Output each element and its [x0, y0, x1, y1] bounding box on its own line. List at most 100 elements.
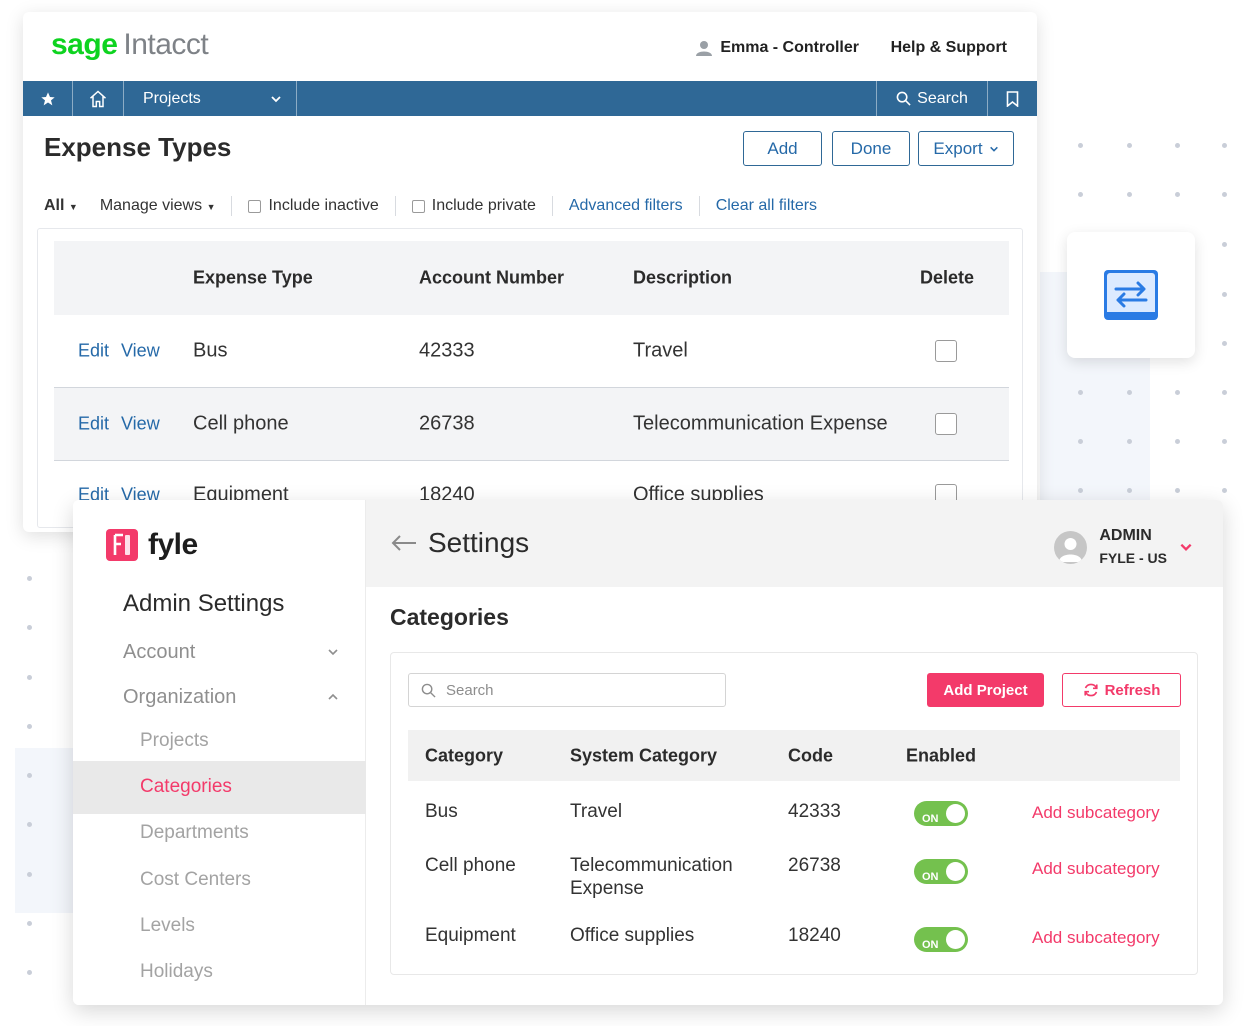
checkbox-icon [411, 199, 425, 213]
user-label: Emma - Controller [720, 39, 859, 56]
profile-org: FYLE - US [1099, 550, 1167, 566]
add-subcategory-link[interactable]: Add subcategory [1032, 801, 1160, 825]
decorative-dot [1175, 390, 1180, 395]
back-arrow-icon[interactable] [390, 534, 418, 552]
sidebar-item-cost-centers[interactable]: Cost Centers [140, 869, 251, 891]
decorative-dot [1127, 192, 1132, 197]
decorative-dot [27, 822, 32, 827]
chevron-up-icon[interactable] [327, 691, 339, 703]
system-category-cell: Office supplies [570, 925, 695, 946]
profile-menu[interactable]: ADMIN FYLE - US [1054, 525, 1193, 569]
enabled-toggle[interactable]: ON [914, 859, 968, 884]
view-link[interactable]: View [121, 414, 160, 435]
search-button[interactable]: Search [877, 81, 988, 116]
expense-type-cell: Cell phone [193, 412, 289, 435]
decorative-dot [1222, 192, 1227, 197]
decorative-dot [27, 724, 32, 729]
category-cell: Equipment [425, 925, 516, 946]
col-code: Code [788, 745, 833, 765]
category-cell: Cell phone [425, 855, 516, 876]
edit-link[interactable]: Edit [78, 414, 109, 435]
col-delete: Delete [920, 267, 975, 288]
help-support-link[interactable]: Help & Support [891, 39, 1007, 57]
view-link[interactable]: View [121, 341, 160, 362]
admin-settings-title: Admin Settings [123, 590, 285, 617]
manage-views-dropdown[interactable]: Manage views ▼ [100, 197, 216, 215]
fyle-logo-icon [106, 529, 138, 561]
search-input[interactable]: Search [408, 673, 726, 707]
account-label: Account [123, 641, 196, 663]
chevron-down-icon[interactable] [327, 646, 339, 658]
sage-intacct-window: sage Intacct Emma - Controller Help & Sup… [23, 12, 1037, 532]
page-title: Expense Types [44, 132, 232, 162]
include-private-checkbox[interactable]: Include private [411, 197, 536, 215]
advanced-filters-link[interactable]: Advanced filters [569, 197, 683, 215]
chevron-down-icon [271, 95, 281, 102]
export-label: Export [933, 138, 983, 158]
decorative-dot [1222, 242, 1227, 247]
decorative-dot [1127, 390, 1132, 395]
expense-types-table: Expense Type Account Number Description … [37, 228, 1023, 528]
system-category-cell-line2: Expense [570, 878, 644, 899]
decorative-dot [1078, 439, 1083, 444]
sage-logo: sage Intacct [51, 28, 209, 62]
fyle-header: Settings ADMIN FYLE - US [366, 500, 1223, 587]
decorative-dot [1222, 488, 1227, 493]
sage-navbar: Projects Search [23, 81, 1037, 116]
user-icon [1059, 537, 1083, 562]
settings-heading: Settings [390, 527, 529, 559]
categories-title: Categories [390, 604, 509, 630]
sidebar-item-categories[interactable]: Categories [140, 776, 232, 798]
delete-checkbox[interactable] [935, 340, 957, 362]
decorative-dot [1127, 439, 1132, 444]
toggle-knob [946, 862, 965, 881]
decorative-dot [1222, 292, 1227, 297]
done-button[interactable]: Done [832, 131, 910, 166]
enabled-toggle[interactable]: ON [914, 801, 968, 826]
refresh-button[interactable]: Refresh [1062, 673, 1181, 707]
sidebar-section-organization[interactable]: Organization [123, 686, 236, 709]
sidebar-item-levels[interactable]: Levels [140, 915, 195, 937]
edit-link[interactable]: Edit [78, 341, 109, 362]
clear-filters-link[interactable]: Clear all filters [716, 197, 817, 215]
divider [231, 196, 233, 216]
sidebar-section-account[interactable]: Account [123, 641, 195, 664]
sync-integration-card [1067, 232, 1195, 358]
decorative-dot [27, 625, 32, 630]
decorative-dot [27, 675, 32, 680]
home-button[interactable] [73, 81, 124, 116]
organization-label: Organization [123, 686, 237, 708]
decorative-dot [27, 773, 32, 778]
user-menu[interactable]: Emma - Controller [696, 39, 859, 57]
divider [551, 196, 553, 216]
decorative-dot [1175, 488, 1180, 493]
col-expense-type: Expense Type [193, 267, 313, 288]
enabled-toggle[interactable]: ON [914, 927, 968, 952]
include-inactive-checkbox[interactable]: Include inactive [248, 197, 379, 215]
avatar [1054, 530, 1088, 564]
export-button[interactable]: Export [918, 131, 1014, 166]
sidebar-item-projects[interactable]: Projects [140, 730, 209, 752]
background-panel-left [15, 748, 73, 913]
bookmark-button[interactable] [988, 81, 1037, 116]
settings-title: Settings [428, 527, 530, 558]
expense-type-cell: Bus [193, 339, 228, 362]
decorative-dot [1222, 439, 1227, 444]
add-subcategory-link[interactable]: Add subcategory [1032, 926, 1160, 950]
search-placeholder: Search [446, 681, 494, 699]
all-views-dropdown[interactable]: All ▼ [44, 197, 78, 215]
module-dropdown[interactable]: Projects [124, 81, 297, 116]
add-project-button[interactable]: Add Project [927, 673, 1044, 707]
delete-checkbox[interactable] [935, 413, 957, 435]
add-subcategory-link[interactable]: Add subcategory [1032, 857, 1160, 881]
add-button[interactable]: Add [743, 131, 822, 166]
profile-role: ADMIN [1099, 527, 1152, 544]
sidebar-item-departments[interactable]: Departments [140, 822, 249, 844]
code-cell: 18240 [788, 925, 841, 946]
sidebar-item-holidays[interactable]: Holidays [140, 961, 213, 983]
decorative-dot [1175, 192, 1180, 197]
col-enabled: Enabled [906, 745, 977, 765]
star-icon [40, 91, 55, 105]
favorites-button[interactable] [23, 81, 73, 116]
decorative-dot [1222, 341, 1227, 346]
